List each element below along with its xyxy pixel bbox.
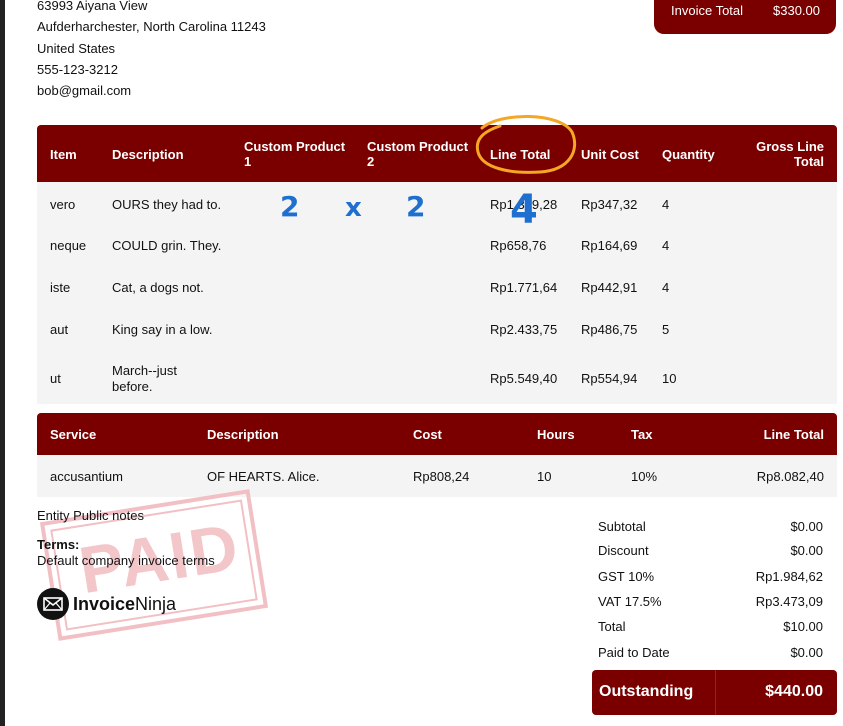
row-line-total: Rp5.549,40 bbox=[490, 371, 558, 386]
row-description: March--just before. bbox=[112, 363, 178, 394]
row-line-total: Rp2.433,75 bbox=[490, 322, 558, 337]
window-edge bbox=[0, 0, 5, 726]
invoice-total-value: $330.00 bbox=[773, 3, 820, 18]
row-unit-cost: Rp442,91 bbox=[581, 280, 638, 295]
vat-value: Rp3.473,09 bbox=[755, 594, 823, 609]
client-address: 63993 Aiyana View Aufderharchester, Nort… bbox=[37, 0, 266, 101]
total-value: $10.00 bbox=[783, 619, 823, 634]
row-description: King say in a low. bbox=[112, 322, 213, 337]
row-item: neque bbox=[50, 238, 87, 253]
row-quantity: 5 bbox=[662, 322, 670, 337]
col-description: Description bbox=[112, 147, 184, 162]
row-unit-cost: Rp554,94 bbox=[581, 371, 638, 386]
address-line-2: Aufderharchester, North Carolina 11243 bbox=[37, 19, 266, 35]
subtotal-label: Subtotal bbox=[598, 519, 646, 534]
col-service-line-total: Line Total bbox=[763, 427, 824, 442]
row-line-total: Rp658,76 bbox=[490, 238, 547, 253]
row-quantity: 4 bbox=[662, 197, 670, 212]
row-unit-cost: Rp347,32 bbox=[581, 197, 638, 212]
col-custom-product-1: Custom Product 1 bbox=[244, 139, 346, 169]
invoice-total-badge: Invoice Total $330.00 bbox=[654, 0, 836, 34]
row-item: ut bbox=[50, 371, 61, 386]
products-table-header: Item Description Custom Product 1 Custom… bbox=[37, 125, 837, 182]
row-unit-cost: Rp164,69 bbox=[581, 238, 638, 253]
col-service-description: Description bbox=[207, 427, 279, 442]
row-quantity: 4 bbox=[662, 238, 670, 253]
col-cost: Cost bbox=[413, 427, 442, 442]
row-tax: 10% bbox=[631, 469, 658, 484]
services-table-header: Service Description Cost Hours Tax Line … bbox=[37, 413, 837, 455]
outstanding-box: Outstanding $440.00 bbox=[592, 670, 837, 715]
row-service-line-total: Rp8.082,40 bbox=[756, 469, 824, 484]
gst-label: GST 10% bbox=[598, 569, 655, 584]
total-label: Total bbox=[598, 619, 626, 634]
logo-text-bold: Invoice bbox=[73, 593, 136, 614]
vat-label: VAT 17.5% bbox=[598, 594, 662, 609]
subtotal-value: $0.00 bbox=[790, 519, 823, 534]
address-line-1: 63993 Aiyana View bbox=[37, 0, 148, 13]
invoice-total-label: Invoice Total bbox=[671, 3, 744, 18]
outstanding-label: Outstanding bbox=[599, 683, 694, 700]
row-quantity: 4 bbox=[662, 280, 670, 295]
logo-text-light: Ninja bbox=[135, 593, 177, 614]
row-description: Cat, a dogs not. bbox=[112, 280, 204, 295]
col-unit-cost: Unit Cost bbox=[581, 147, 639, 162]
terms-text: Default company invoice terms bbox=[37, 553, 215, 568]
col-custom-product-2: Custom Product 2 bbox=[367, 139, 469, 169]
row-cost: Rp808,24 bbox=[413, 469, 470, 484]
public-notes: Entity Public notes bbox=[37, 508, 144, 523]
row-service: accusantium bbox=[50, 469, 123, 484]
client-phone: 555-123-3212 bbox=[37, 61, 118, 77]
col-service: Service bbox=[50, 427, 97, 442]
outstanding-value: $440.00 bbox=[765, 683, 823, 700]
col-line-total: Line Total bbox=[490, 147, 551, 162]
col-gross-line-total: Gross Line Total bbox=[756, 139, 824, 169]
row-item: vero bbox=[50, 197, 76, 212]
discount-value: $0.00 bbox=[790, 543, 823, 558]
terms-label: Terms: bbox=[37, 537, 80, 552]
invoice-ninja-logo: InvoiceNinja bbox=[37, 588, 176, 620]
row-quantity: 10 bbox=[662, 371, 677, 386]
row-description: OURS they had to. bbox=[112, 197, 222, 212]
row-item: aut bbox=[50, 322, 69, 337]
col-hours: Hours bbox=[537, 427, 575, 442]
row-service-description: OF HEARTS. Alice. bbox=[207, 469, 320, 484]
envelope-icon bbox=[37, 588, 69, 620]
row-hours: 10 bbox=[537, 469, 552, 484]
discount-label: Discount bbox=[598, 543, 649, 558]
col-tax: Tax bbox=[631, 427, 653, 442]
paid-to-date-label: Paid to Date bbox=[598, 645, 670, 660]
row-item: iste bbox=[50, 280, 71, 295]
row-unit-cost: Rp486,75 bbox=[581, 322, 638, 337]
paid-to-date-value: $0.00 bbox=[790, 645, 823, 660]
row-line-total: Rp1.389,28 bbox=[490, 197, 558, 212]
col-item: Item bbox=[50, 147, 77, 162]
gst-value: Rp1.984,62 bbox=[755, 569, 823, 584]
col-quantity: Quantity bbox=[662, 147, 715, 162]
address-country: United States bbox=[37, 40, 116, 56]
row-description: COULD grin. They. bbox=[112, 238, 222, 253]
row-line-total: Rp1.771,64 bbox=[490, 280, 558, 295]
client-email: bob@gmail.com bbox=[37, 83, 132, 99]
